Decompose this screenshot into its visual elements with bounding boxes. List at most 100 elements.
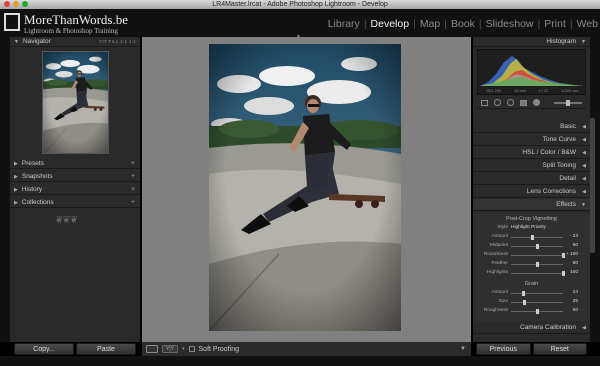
clear-history-icon[interactable]: × xyxy=(131,186,135,193)
module-develop[interactable]: Develop xyxy=(371,18,410,30)
histogram-graph xyxy=(480,56,583,86)
slider-track[interactable] xyxy=(511,253,565,258)
spot-removal-icon[interactable] xyxy=(494,99,501,106)
close-window-button[interactable] xyxy=(4,1,10,7)
hsl-section[interactable]: HSL / Color / B&W ◀ xyxy=(473,147,590,159)
dropdown-arrow-icon[interactable]: ▾ xyxy=(182,346,185,352)
add-snapshot-icon[interactable]: + xyxy=(131,173,135,180)
slider-value[interactable]: 50 xyxy=(573,243,578,248)
minimize-window-button[interactable] xyxy=(13,1,19,7)
before-after-view-button[interactable]: Y|Y xyxy=(162,345,178,353)
history-section[interactable]: ▶ History × xyxy=(10,185,140,195)
identity-subtitle: Lightroom & Photoshop Training xyxy=(24,27,118,35)
identity-logo-icon xyxy=(4,13,20,31)
vignette-style-select[interactable]: Highlight Priority xyxy=(511,225,546,230)
slider-knob[interactable] xyxy=(521,291,525,296)
adjustment-brush-icon[interactable] xyxy=(533,99,540,106)
module-slideshow[interactable]: Slideshow xyxy=(486,18,534,30)
loupe-view-button[interactable] xyxy=(146,345,158,353)
module-map[interactable]: Map xyxy=(420,18,440,30)
slider-label: Amount xyxy=(491,234,508,239)
split-toning-section[interactable]: Split Toning ◀ xyxy=(473,160,590,172)
zoom-window-button[interactable] xyxy=(22,1,28,7)
window-title: LR4Master.lrcat - Adobe Photoshop Lightr… xyxy=(212,1,388,8)
effects-label: Effects xyxy=(556,201,576,208)
navigator-panel: ▼ Navigator FIT FILL 1:1 1:1 xyxy=(10,37,140,159)
expand-icon: ◀ xyxy=(582,176,586,182)
previous-button[interactable]: Previous xyxy=(476,343,531,355)
expand-icon: ◀ xyxy=(582,150,586,156)
right-panel: Histogram ▼ ISO 200 16 mm f / 22 1/200 s… xyxy=(473,37,590,342)
slider-label: Roughness xyxy=(483,308,508,313)
collapse-icon: ▼ xyxy=(581,38,586,45)
slider-knob[interactable] xyxy=(535,309,539,314)
crop-overlay-icon[interactable] xyxy=(481,99,488,106)
module-separator: | xyxy=(569,18,573,30)
collections-section[interactable]: ▶ Collections + xyxy=(10,198,140,208)
slider-label: Roundness xyxy=(483,252,508,257)
photo-image xyxy=(209,44,401,331)
right-panel-footer: Previous Reset xyxy=(473,342,590,356)
slider-value[interactable]: - 23 xyxy=(570,234,578,239)
basic-section[interactable]: Basic ◀ xyxy=(473,121,590,133)
panel-end-ornament-icon: ❦❦❦ xyxy=(55,215,78,226)
slider-value[interactable]: 50 xyxy=(573,261,578,266)
slider-track[interactable] xyxy=(511,244,563,249)
tone-curve-section[interactable]: Tone Curve ◀ xyxy=(473,134,590,146)
add-preset-icon[interactable]: + xyxy=(131,160,135,167)
slider-track[interactable] xyxy=(511,271,565,276)
window-titlebar: LR4Master.lrcat - Adobe Photoshop Lightr… xyxy=(0,0,600,9)
effects-section[interactable]: Effects ▼ xyxy=(473,199,590,211)
slider-track[interactable] xyxy=(511,262,563,267)
histogram-header[interactable]: Histogram ▼ xyxy=(473,37,590,47)
slider-track[interactable] xyxy=(511,235,563,240)
detail-label: Detail xyxy=(559,175,576,182)
histogram-chart[interactable]: ISO 200 16 mm f / 22 1/200 sec xyxy=(477,49,586,95)
navigator-zoom-options[interactable]: FIT FILL 1:1 1:1 xyxy=(99,37,136,47)
develop-tool-strip xyxy=(477,97,586,109)
slider-knob[interactable] xyxy=(531,235,535,240)
slider-row-amount: Amount 24 xyxy=(473,290,590,297)
module-print[interactable]: Print xyxy=(544,18,566,30)
slider-value[interactable]: 50 xyxy=(573,308,578,313)
module-book[interactable]: Book xyxy=(451,18,475,30)
slider-knob[interactable] xyxy=(535,262,539,267)
snapshots-section[interactable]: ▶ Snapshots + xyxy=(10,172,140,182)
graduated-filter-icon[interactable] xyxy=(520,99,527,106)
slider-track[interactable] xyxy=(511,291,563,296)
lens-corrections-section[interactable]: Lens Corrections ◀ xyxy=(473,186,590,198)
navigator-header[interactable]: ▼ Navigator FIT FILL 1:1 1:1 xyxy=(10,37,140,47)
camera-calibration-section[interactable]: Camera Calibration ◀ xyxy=(473,322,590,334)
slider-track[interactable] xyxy=(511,309,563,314)
photo-preview[interactable] xyxy=(209,44,401,331)
expand-icon: ▶ xyxy=(14,173,18,180)
slider-track[interactable] xyxy=(511,300,563,305)
navigator-label: Navigator xyxy=(22,38,51,45)
module-web[interactable]: Web xyxy=(577,18,598,30)
slider-knob[interactable] xyxy=(522,300,526,305)
slider-knob[interactable] xyxy=(561,253,565,258)
detail-section[interactable]: Detail ◀ xyxy=(473,173,590,185)
slider-value[interactable]: 25 xyxy=(573,299,578,304)
tone-curve-label: Tone Curve xyxy=(542,136,576,143)
soft-proofing-checkbox[interactable] xyxy=(188,346,195,352)
slider-value[interactable]: 24 xyxy=(573,290,578,295)
module-library[interactable]: Library xyxy=(328,18,360,30)
paste-settings-button[interactable]: Paste xyxy=(76,343,136,355)
slider-knob[interactable] xyxy=(535,244,539,249)
toolbar-menu-icon[interactable]: ▼ xyxy=(460,346,466,352)
module-separator: | xyxy=(413,18,416,30)
slider-knob[interactable] xyxy=(561,271,565,276)
slider-knob[interactable] xyxy=(566,99,570,106)
slider-value[interactable]: + 100 xyxy=(566,252,578,257)
slider-value[interactable]: 100 xyxy=(570,270,578,275)
add-collection-icon[interactable]: + xyxy=(131,199,135,206)
history-label: History xyxy=(21,186,43,193)
red-eye-icon[interactable] xyxy=(507,99,514,106)
tool-amount-slider[interactable] xyxy=(554,99,582,106)
presets-section[interactable]: ▶ Presets + xyxy=(10,159,140,169)
right-panel-scrollbar[interactable] xyxy=(590,118,595,253)
navigator-preview[interactable] xyxy=(42,51,109,154)
copy-settings-button[interactable]: Copy... xyxy=(14,343,74,355)
reset-button[interactable]: Reset xyxy=(532,343,587,355)
